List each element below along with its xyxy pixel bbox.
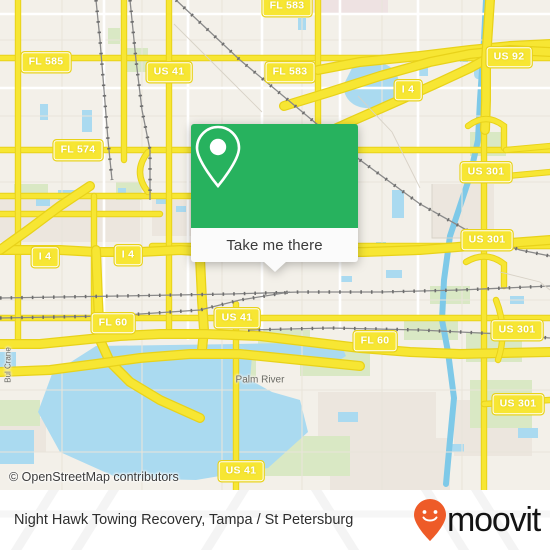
- road-shield: I 4: [114, 245, 142, 265]
- moovit-brand[interactable]: moovit: [413, 498, 541, 542]
- take-me-there-label: Take me there: [226, 236, 323, 254]
- bottom-bar: Night Hawk Towing Recovery, Tampa / St P…: [0, 490, 550, 550]
- road-shield: I 4: [394, 80, 422, 100]
- popup-tail-pointer: [262, 261, 287, 272]
- road-shield: US 41: [146, 62, 192, 82]
- road-shield: US 41: [218, 461, 264, 481]
- moovit-wordmark: moovit: [447, 501, 541, 539]
- road-shield: FL 60: [353, 331, 397, 351]
- road-shield: FL 574: [53, 140, 103, 160]
- location-popup[interactable]: Take me there: [191, 124, 358, 272]
- popup-footer[interactable]: Take me there: [191, 228, 358, 262]
- road-shield: FL 60: [91, 313, 135, 333]
- road-shield: US 301: [460, 162, 512, 182]
- osm-attribution[interactable]: © OpenStreetMap contributors: [9, 470, 179, 484]
- road-shield: US 301: [492, 394, 544, 414]
- place-label: Palm River: [235, 374, 285, 386]
- map-pin-icon: [195, 125, 241, 189]
- map-canvas[interactable]: .wtr{fill:#aadaf0} .grn{fill:#d9e8c4} .r…: [0, 0, 550, 490]
- road-shield: I 4: [31, 247, 59, 267]
- app-root: .wtr{fill:#aadaf0} .grn{fill:#d9e8c4} .r…: [0, 0, 550, 550]
- place-label: Bul Crane: [3, 347, 13, 383]
- moovit-pin-smiley-icon: [414, 499, 447, 541]
- road-shield: FL 583: [265, 62, 315, 82]
- road-shield: US 301: [461, 230, 513, 250]
- road-shield: FL 585: [21, 52, 71, 72]
- road-shield: US 301: [491, 320, 543, 340]
- road-shield: US 92: [486, 47, 532, 67]
- road-shield: US 41: [214, 308, 260, 328]
- road-shield: FL 583: [262, 0, 312, 16]
- page-title: Night Hawk Towing Recovery, Tampa / St P…: [14, 512, 354, 528]
- popup-header: [191, 124, 358, 228]
